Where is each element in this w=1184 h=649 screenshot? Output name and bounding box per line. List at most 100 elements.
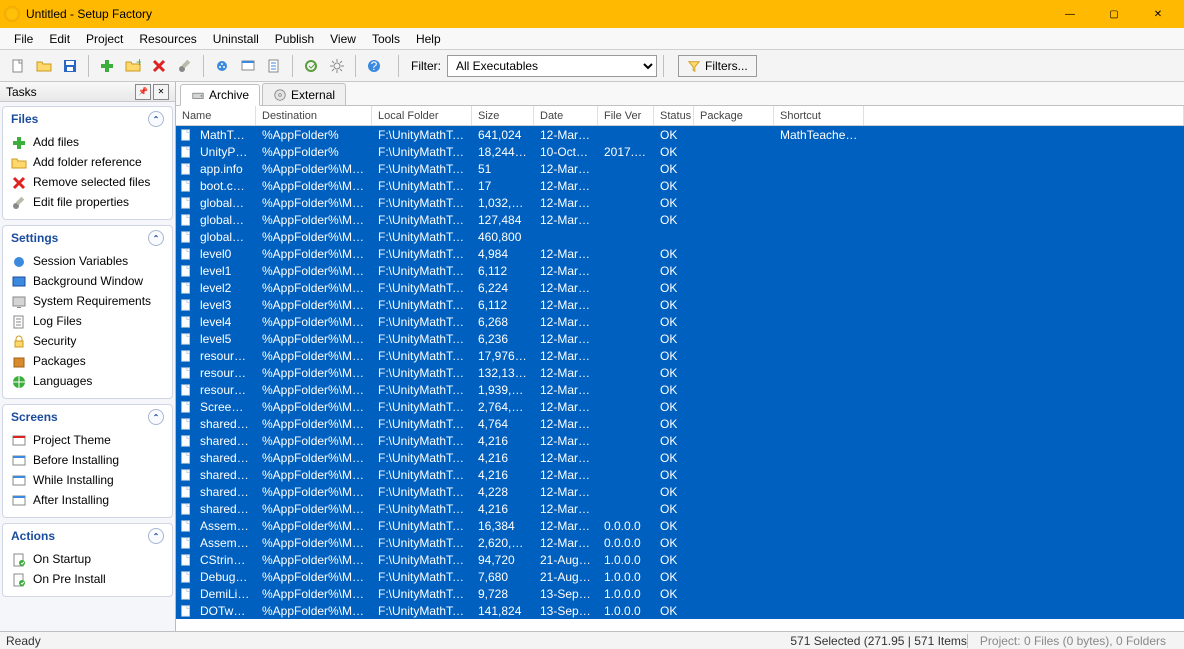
maximize-button[interactable]: ▢ <box>1092 0 1136 28</box>
menu-uninstall[interactable]: Uninstall <box>205 30 267 48</box>
save-project-icon[interactable] <box>58 54 82 78</box>
table-row[interactable]: level0%AppFolder%\Mat...F:\UnityMathTeac… <box>176 245 1184 262</box>
table-row[interactable]: sharedasse...%AppFolder%\Mat...F:\UnityM… <box>176 415 1184 432</box>
table-row[interactable]: UnityPlayer...%AppFolder%F:\UnityMathTea… <box>176 143 1184 160</box>
cell-date: 12-Mar-2... <box>534 264 598 278</box>
menu-edit[interactable]: Edit <box>41 30 78 48</box>
section-header-actions[interactable]: Actions⌃ <box>3 524 172 548</box>
file-list[interactable]: MathTeach...%AppFolder%F:\UnityMathTeac.… <box>176 126 1184 631</box>
col-padding <box>864 106 1184 125</box>
table-row[interactable]: level5%AppFolder%\Mat...F:\UnityMathTeac… <box>176 330 1184 347</box>
table-row[interactable]: resources.r...%AppFolder%\Mat...F:\Unity… <box>176 381 1184 398</box>
task-system-requirements[interactable]: System Requirements <box>11 292 166 312</box>
col-name[interactable]: Name <box>176 106 256 125</box>
filters-button[interactable]: Filters... <box>678 55 757 77</box>
close-button[interactable]: ✕ <box>1136 0 1180 28</box>
session-vars-toolbar-icon[interactable] <box>210 54 234 78</box>
table-row[interactable]: Assembly-...%AppFolder%\Mat...F:\UnityMa… <box>176 517 1184 534</box>
new-project-icon[interactable] <box>6 54 30 78</box>
table-row[interactable]: DOTween.dll%AppFolder%\Mat...F:\UnityMat… <box>176 602 1184 619</box>
section-header-screens[interactable]: Screens⌃ <box>3 405 172 429</box>
actions-toolbar-icon[interactable] <box>262 54 286 78</box>
task-languages[interactable]: Languages <box>11 372 166 392</box>
table-row[interactable]: sharedasse...%AppFolder%\Mat...F:\UnityM… <box>176 483 1184 500</box>
table-row[interactable]: globalgam...%AppFolder%\Mat...F:\UnityMa… <box>176 194 1184 211</box>
task-background-window[interactable]: Background Window <box>11 272 166 292</box>
section-header-settings[interactable]: Settings⌃ <box>3 226 172 250</box>
menu-tools[interactable]: Tools <box>364 30 408 48</box>
table-row[interactable]: app.info%AppFolder%\Mat...F:\UnityMathTe… <box>176 160 1184 177</box>
add-files-toolbar-icon[interactable] <box>95 54 119 78</box>
col-file-ver[interactable]: File Ver <box>598 106 654 125</box>
tasks-pin-icon[interactable]: 📌 <box>135 84 151 100</box>
task-project-theme[interactable]: Project Theme <box>11 431 166 451</box>
settings-toolbar-icon[interactable] <box>325 54 349 78</box>
table-row[interactable]: resources.a...%AppFolder%\Mat...F:\Unity… <box>176 347 1184 364</box>
table-row[interactable]: Debugger.dll%AppFolder%\Mat...F:\UnityMa… <box>176 568 1184 585</box>
table-row[interactable]: sharedasse...%AppFolder%\Mat...F:\UnityM… <box>176 449 1184 466</box>
section-header-files[interactable]: Files⌃ <box>3 107 172 131</box>
task-add-files[interactable]: Add files <box>11 133 166 153</box>
build-toolbar-icon[interactable] <box>299 54 323 78</box>
menu-resources[interactable]: Resources <box>131 30 204 48</box>
table-row[interactable]: ScreenSele...%AppFolder%\Mat...F:\UnityM… <box>176 398 1184 415</box>
tasks-close-icon[interactable]: ✕ <box>153 84 169 100</box>
cell-name: sharedasse... <box>194 451 256 465</box>
cell-date: 12-Mar-2... <box>534 468 598 482</box>
col-size[interactable]: Size <box>472 106 534 125</box>
col-shortcut[interactable]: Shortcut <box>774 106 864 125</box>
task-add-folder-reference[interactable]: Add folder reference <box>11 153 166 173</box>
task-before-installing[interactable]: Before Installing <box>11 451 166 471</box>
task-edit-file-properties[interactable]: Edit file properties <box>11 193 166 213</box>
tab-archive[interactable]: Archive <box>180 84 260 106</box>
separator <box>663 55 664 77</box>
table-row[interactable]: level1%AppFolder%\Mat...F:\UnityMathTeac… <box>176 262 1184 279</box>
properties-toolbar-icon[interactable] <box>173 54 197 78</box>
table-row[interactable]: DemiLib.dll%AppFolder%\Mat...F:\UnityMat… <box>176 585 1184 602</box>
table-row[interactable]: boot.config%AppFolder%\Mat...F:\UnityMat… <box>176 177 1184 194</box>
task-on-pre-install[interactable]: On Pre Install <box>11 570 166 590</box>
cell-size: 94,720 <box>472 553 534 567</box>
table-row[interactable]: sharedasse...%AppFolder%\Mat...F:\UnityM… <box>176 432 1184 449</box>
menu-view[interactable]: View <box>322 30 364 48</box>
col-package[interactable]: Package <box>694 106 774 125</box>
col-date[interactable]: Date <box>534 106 598 125</box>
add-folder-toolbar-icon[interactable]: + <box>121 54 145 78</box>
filter-select[interactable]: All Executables <box>447 55 657 77</box>
table-row[interactable]: globalgam...%AppFolder%\Mat...F:\UnityMa… <box>176 228 1184 245</box>
col-status[interactable]: Status <box>654 106 694 125</box>
cell-date: 12-Mar-2... <box>534 128 598 142</box>
menu-file[interactable]: File <box>6 30 41 48</box>
task-security[interactable]: Security <box>11 332 166 352</box>
table-row[interactable]: sharedasse...%AppFolder%\Mat...F:\UnityM… <box>176 500 1184 517</box>
col-destination[interactable]: Destination <box>256 106 372 125</box>
col-local-folder[interactable]: Local Folder <box>372 106 472 125</box>
table-row[interactable]: resources.a...%AppFolder%\Mat...F:\Unity… <box>176 364 1184 381</box>
table-row[interactable]: level3%AppFolder%\Mat...F:\UnityMathTeac… <box>176 296 1184 313</box>
menu-publish[interactable]: Publish <box>267 30 322 48</box>
table-row[interactable]: Assembly-...%AppFolder%\Mat...F:\UnityMa… <box>176 534 1184 551</box>
table-row[interactable]: sharedasse...%AppFolder%\Mat...F:\UnityM… <box>176 466 1184 483</box>
task-while-installing[interactable]: While Installing <box>11 471 166 491</box>
open-project-icon[interactable] <box>32 54 56 78</box>
task-on-startup[interactable]: On Startup <box>11 550 166 570</box>
menu-help[interactable]: Help <box>408 30 449 48</box>
menu-project[interactable]: Project <box>78 30 131 48</box>
task-packages[interactable]: Packages <box>11 352 166 372</box>
remove-toolbar-icon[interactable] <box>147 54 171 78</box>
help-toolbar-icon[interactable]: ? <box>362 54 386 78</box>
task-log-files[interactable]: Log Files <box>11 312 166 332</box>
screens-toolbar-icon[interactable] <box>236 54 260 78</box>
minimize-button[interactable]: — <box>1048 0 1092 28</box>
cell-date: 12-Mar-2... <box>534 213 598 227</box>
table-row[interactable]: globalgam...%AppFolder%\Mat...F:\UnityMa… <box>176 211 1184 228</box>
table-row[interactable]: MathTeach...%AppFolder%F:\UnityMathTeac.… <box>176 126 1184 143</box>
cell-local-folder: F:\UnityMathTeac... <box>372 417 472 431</box>
task-after-installing[interactable]: After Installing <box>11 491 166 511</box>
task-remove-selected-files[interactable]: Remove selected files <box>11 173 166 193</box>
tab-external[interactable]: External <box>262 83 346 105</box>
table-row[interactable]: level2%AppFolder%\Mat...F:\UnityMathTeac… <box>176 279 1184 296</box>
task-session-variables[interactable]: Session Variables <box>11 252 166 272</box>
table-row[interactable]: level4%AppFolder%\Mat...F:\UnityMathTeac… <box>176 313 1184 330</box>
table-row[interactable]: CString.dll%AppFolder%\Mat...F:\UnityMat… <box>176 551 1184 568</box>
